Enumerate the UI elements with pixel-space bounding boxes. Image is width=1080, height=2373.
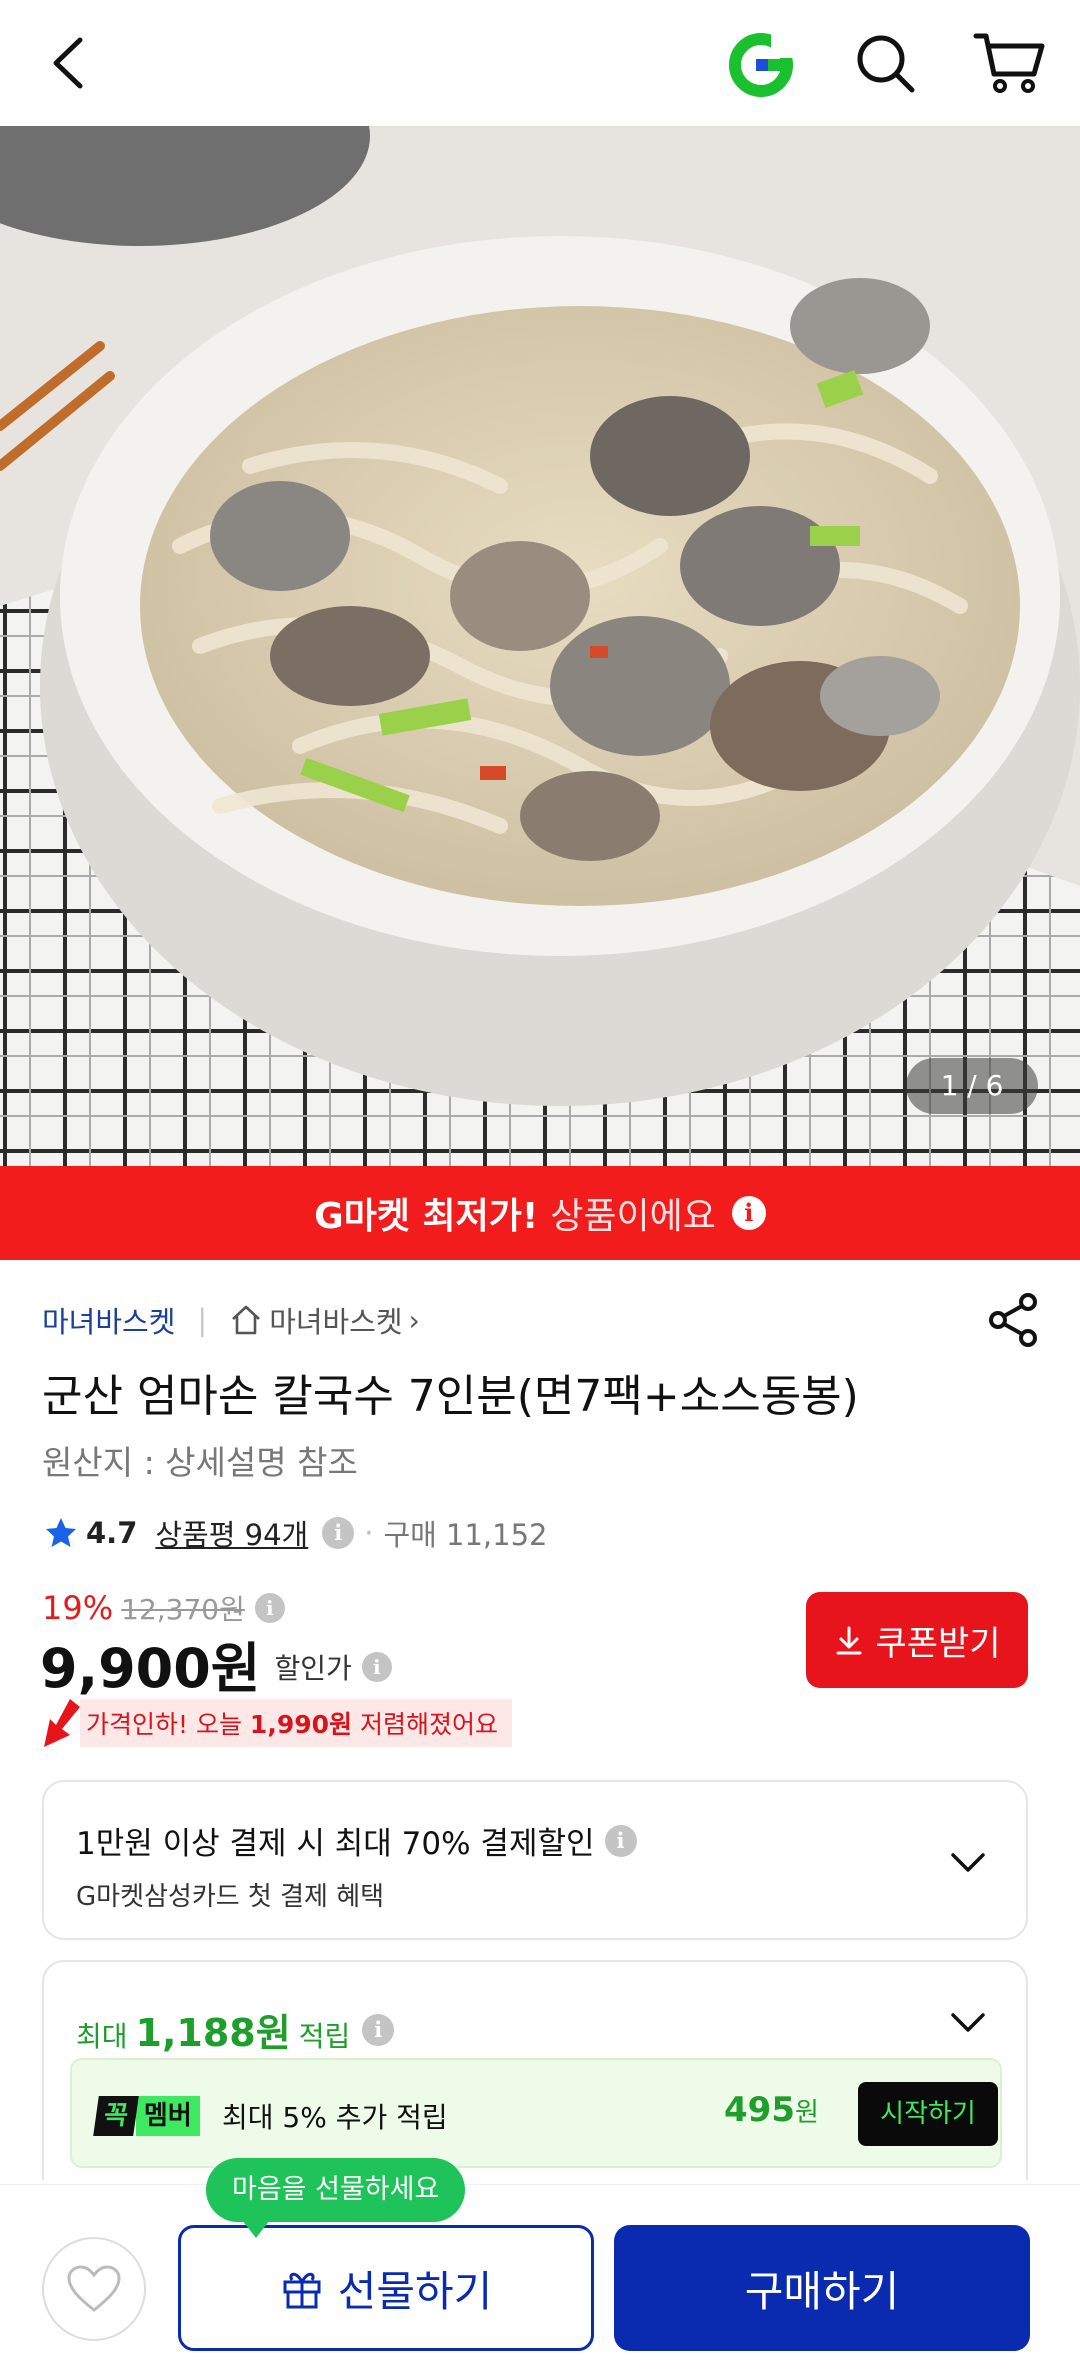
home-icon [232,1305,261,1335]
product-title: 군산 엄마손 칼국수 7인분(면7팩+소스동봉) [42,1371,859,1422]
tooltip-tail [242,2220,270,2238]
chevron-right-icon: › [408,1303,420,1337]
membership-start-button[interactable]: 시작하기 [858,2082,998,2146]
payment-discount-subtitle: G마켓삼성카드 첫 결제 혜택 [76,1882,385,1912]
discount-row: 19% 12,370원 i [42,1588,285,1628]
info-icon[interactable]: i [604,1824,637,1857]
info-icon[interactable]: i [254,1593,285,1623]
points-card[interactable]: 최대 1,188원 적립 i 꼭 멤버 최대 5% 추가 적립 495원 시작하… [42,1960,1028,2180]
chevron-down-icon[interactable] [950,2012,986,2034]
chevron-left-icon[interactable] [38,28,108,98]
cart-icon[interactable] [972,26,1050,100]
search-icon[interactable] [850,28,922,100]
product-image [0,126,1080,1166]
chevron-down-icon[interactable] [950,1852,986,1874]
price-label: 할인가 [274,1652,352,1685]
current-price: 9,900원 [40,1636,261,1700]
seller-row: 마녀바스켓 | 마녀바스켓 › [42,1298,420,1342]
membership-badge: 꼭 멤버 [93,2096,200,2136]
product-origin: 원산지 : 상세설명 참조 [42,1443,358,1482]
discount-rate: 19% [42,1589,114,1627]
lowest-price-banner[interactable]: G마켓 최저가! 상품이에요 i [0,1166,1080,1260]
info-icon[interactable]: i [731,1196,766,1230]
shop-link[interactable]: 마녀바스켓 [269,1299,402,1341]
divider: | [197,1303,208,1337]
top-bar [0,0,1080,126]
bottom-action-bar: 선물하기 구매하기 [0,2184,1080,2373]
gift-tooltip: 마음을 선물하세요 [206,2158,466,2238]
product-image-carousel[interactable]: 1 / 6 [0,126,1080,1166]
points-summary: 최대 1,188원 적립 i [76,2002,395,2057]
info-icon[interactable]: i [322,1517,355,1549]
gift-icon [283,2272,321,2309]
coupon-button-label: 쿠폰받기 [875,1623,1001,1664]
original-price: 12,370원 [121,1593,245,1626]
separator-dot: · [364,1516,374,1550]
payment-discount-title: 1만원 이상 결제 시 최대 70% 결제할인 i [76,1818,637,1863]
price-cut-notice: 가격인하! 오늘 1,990원 저렴해졌어요 [40,1699,512,1747]
banner-text: 상품이에요 [550,1196,716,1237]
download-icon [836,1626,862,1655]
heart-icon [67,2265,121,2312]
buy-button[interactable]: 구매하기 [614,2225,1030,2351]
image-counter: 1 / 6 [906,1058,1038,1114]
membership-box: 꼭 멤버 최대 5% 추가 적립 495원 시작하기 [70,2058,1002,2168]
price-row: 9,900원 할인가 i [40,1632,392,1700]
gift-button[interactable]: 선물하기 [178,2225,594,2351]
membership-points: 495원 [724,2090,819,2130]
share-icon[interactable] [988,1292,1040,1348]
rating-score: 4.7 [86,1516,138,1550]
sales-count: 구매 11,152 [383,1518,548,1552]
reviews-link[interactable]: 상품평 94개 [155,1512,308,1554]
gmarket-logo-icon[interactable] [726,30,796,100]
info-icon[interactable]: i [361,1652,392,1682]
price-down-arrow-icon [44,1699,80,1747]
tooltip-text: 마음을 선물하세요 [232,2174,440,2205]
banner-highlight: G마켓 최저가! [314,1196,539,1237]
star-icon [46,1518,76,1547]
info-icon[interactable]: i [362,2013,395,2046]
points-amount: 1,188원 [135,2011,291,2055]
coupon-button[interactable]: 쿠폰받기 [806,1592,1028,1688]
wishlist-button[interactable] [42,2237,146,2341]
membership-text: 최대 5% 추가 적립 [222,2101,448,2134]
rating-row: 4.7 상품평 94개 i · 구매 11,152 [44,1510,548,1556]
seller-name-link[interactable]: 마녀바스켓 [42,1299,175,1341]
price-cut-text: 가격인하! 오늘 1,990원 저렴해졌어요 [80,1699,512,1747]
payment-discount-card[interactable]: 1만원 이상 결제 시 최대 70% 결제할인 i G마켓삼성카드 첫 결제 혜… [42,1780,1028,1940]
gift-button-label: 선물하기 [337,2266,493,2316]
